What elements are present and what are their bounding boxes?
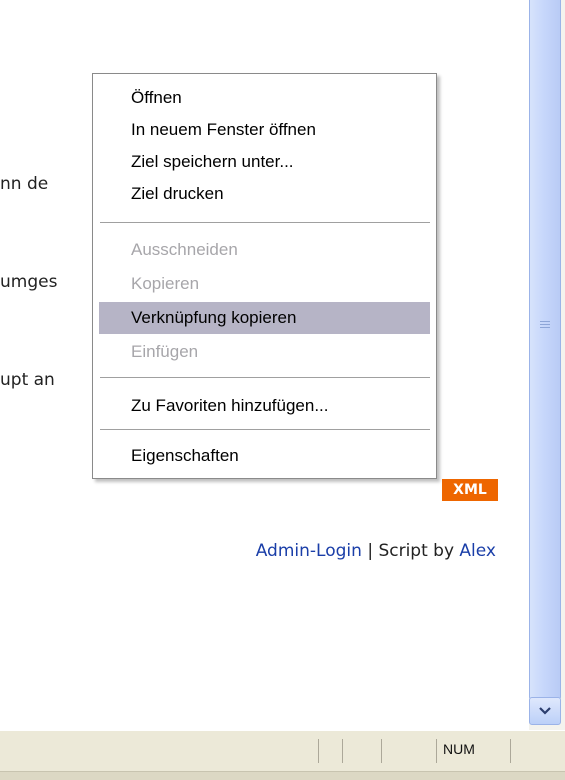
partial-text-2: umges: [0, 272, 58, 292]
status-divider: [318, 739, 319, 763]
grip-icon: [540, 321, 550, 329]
menu-item-open[interactable]: Öffnen: [99, 82, 430, 114]
footer-links: Admin-Login | Script by Alex: [256, 541, 496, 561]
menu-item-print-target[interactable]: Ziel drucken: [99, 178, 430, 210]
partial-text-3: upt an: [0, 370, 55, 390]
author-link[interactable]: Alex: [459, 541, 496, 561]
status-divider: [510, 739, 511, 763]
footer-separator: |: [367, 541, 374, 561]
admin-login-link[interactable]: Admin-Login: [256, 541, 362, 561]
menu-item-copy-shortcut[interactable]: Verknüpfung kopieren: [99, 302, 430, 334]
chevron-down-icon: [539, 707, 551, 715]
scrollbar-thumb[interactable]: [529, 0, 561, 700]
menu-separator: [100, 429, 430, 430]
script-by-text: Script by: [378, 541, 455, 561]
num-lock-indicator: NUM: [443, 741, 475, 757]
menu-item-copy[interactable]: Kopieren: [99, 268, 430, 300]
menu-item-save-target-as[interactable]: Ziel speichern unter...: [99, 146, 430, 178]
context-menu: Öffnen In neuem Fenster öffnen Ziel spei…: [92, 73, 437, 479]
menu-item-cut[interactable]: Ausschneiden: [99, 234, 430, 266]
menu-item-paste[interactable]: Einfügen: [99, 336, 430, 368]
scroll-down-button[interactable]: [529, 697, 561, 725]
status-divider: [381, 739, 382, 763]
menu-item-open-new-window[interactable]: In neuem Fenster öffnen: [99, 114, 430, 146]
menu-item-properties[interactable]: Eigenschaften: [99, 440, 430, 472]
menu-item-add-to-favorites[interactable]: Zu Favoriten hinzufügen...: [99, 390, 430, 422]
status-divider: [342, 739, 343, 763]
menu-separator: [100, 377, 430, 378]
xml-feed-badge[interactable]: XML: [434, 479, 498, 501]
partial-text-1: nn de: [0, 174, 49, 194]
menu-separator: [100, 222, 430, 223]
status-divider: [436, 739, 437, 763]
